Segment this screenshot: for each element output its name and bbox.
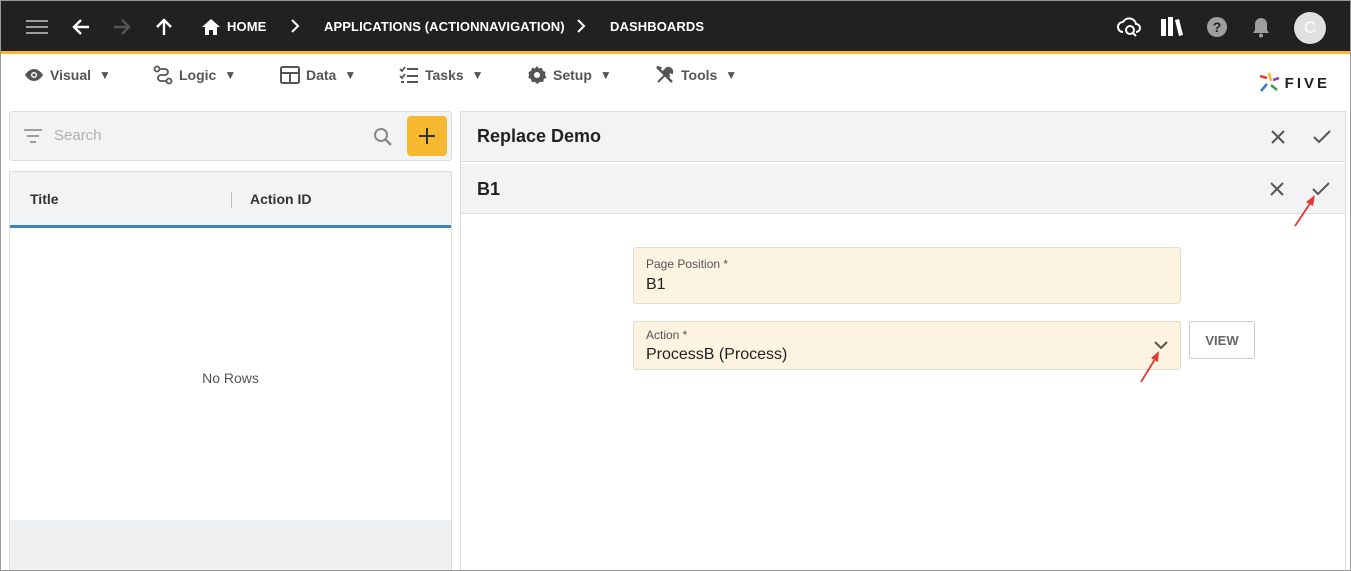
caret-down-icon: ▼ xyxy=(344,68,357,82)
menu-tools-label: Tools xyxy=(681,67,718,83)
check-icon xyxy=(1313,130,1331,144)
list-footer xyxy=(10,520,451,570)
back-arrow-icon[interactable] xyxy=(69,15,93,39)
close-form-button[interactable] xyxy=(1266,125,1290,149)
chevron-right-icon xyxy=(577,19,586,33)
caret-down-icon: ▼ xyxy=(471,68,484,82)
caret-down-icon: ▼ xyxy=(224,68,237,82)
action-select[interactable]: Action * ProcessB (Process) xyxy=(633,321,1181,370)
hamburger-menu-icon[interactable] xyxy=(25,15,49,39)
menu-visual-label: Visual xyxy=(50,67,91,83)
column-divider xyxy=(231,192,232,208)
search-input[interactable]: Search xyxy=(54,127,102,144)
close-icon xyxy=(1271,130,1285,144)
home-icon[interactable] xyxy=(199,15,223,39)
annotation-arrow-icon xyxy=(1294,195,1315,227)
filter-icon[interactable] xyxy=(24,129,42,143)
up-arrow-icon[interactable] xyxy=(152,15,176,39)
list-header: Title Action ID xyxy=(10,172,451,228)
records-list: Title Action ID No Rows xyxy=(9,171,452,570)
menu-setup[interactable]: Setup ▼ xyxy=(527,63,612,87)
cloud-sync-icon[interactable] xyxy=(1117,15,1141,39)
main-menu-bar: Visual ▼ Logic ▼ Data ▼ Tasks ▼ Setup ▼ Tools… xyxy=(1,57,1350,107)
subform-header: B1 xyxy=(461,164,1345,214)
menu-tools[interactable]: Tools ▼ xyxy=(655,63,737,87)
subform-title: B1 xyxy=(477,179,501,199)
form-title: Replace Demo xyxy=(477,126,602,146)
user-avatar[interactable]: C xyxy=(1294,12,1326,44)
search-icon[interactable] xyxy=(373,127,393,147)
caret-down-icon: ▼ xyxy=(599,68,612,82)
menu-tasks-label: Tasks xyxy=(425,67,464,83)
view-action-button[interactable]: VIEW xyxy=(1189,321,1255,359)
cancel-subform-button[interactable] xyxy=(1265,177,1289,201)
page-position-value[interactable]: B1 xyxy=(646,276,666,294)
tools-icon xyxy=(656,65,674,83)
list-search-bar: Search xyxy=(9,111,452,161)
breadcrumb-dashboards[interactable]: DASHBOARDS xyxy=(610,19,704,34)
menu-tasks[interactable]: Tasks ▼ xyxy=(399,63,484,87)
app-window: HOME APPLICATIONS (ACTIONNAVIGATION) DAS… xyxy=(0,0,1351,571)
logic-icon xyxy=(153,65,173,85)
caret-down-icon: ▼ xyxy=(725,68,738,82)
five-logo-text: FIVE xyxy=(1284,74,1330,92)
breadcrumb-home[interactable]: HOME xyxy=(227,19,266,34)
save-form-button[interactable] xyxy=(1310,125,1334,149)
annotation-arrow-icon xyxy=(1140,351,1159,383)
menu-logic-label: Logic xyxy=(179,67,217,83)
table-icon xyxy=(280,66,300,84)
forward-arrow-icon[interactable] xyxy=(110,15,134,39)
menu-visual[interactable]: Visual ▼ xyxy=(24,63,111,87)
chevron-right-icon xyxy=(291,19,300,33)
library-books-icon[interactable] xyxy=(1160,15,1184,39)
notifications-bell-icon[interactable] xyxy=(1249,15,1273,39)
five-logo-mark-icon xyxy=(1259,72,1280,92)
column-header-title[interactable]: Title xyxy=(30,191,59,207)
add-record-button[interactable] xyxy=(407,116,447,156)
menu-data-label: Data xyxy=(306,67,337,83)
help-icon[interactable]: ? xyxy=(1205,15,1229,39)
tasks-icon xyxy=(399,66,418,83)
menu-setup-label: Setup xyxy=(553,67,592,83)
form-panel: Replace Demo B1 Page Position * B1 Actio… xyxy=(460,111,1346,570)
empty-list-message: No Rows xyxy=(202,370,259,386)
caret-down-icon: ▼ xyxy=(99,68,111,82)
eye-icon xyxy=(25,69,43,81)
page-position-field[interactable]: Page Position * B1 xyxy=(633,247,1181,304)
page-position-label: Page Position * xyxy=(646,257,729,271)
menu-data[interactable]: Data ▼ xyxy=(280,63,356,87)
menu-logic[interactable]: Logic ▼ xyxy=(153,63,236,87)
close-icon xyxy=(1270,182,1284,196)
action-value: ProcessB (Process) xyxy=(646,346,788,363)
five-logo: FIVE xyxy=(1257,71,1330,95)
svg-text:?: ? xyxy=(1213,19,1222,35)
plus-icon xyxy=(419,128,435,144)
breadcrumb-applications[interactable]: APPLICATIONS (ACTIONNAVIGATION) xyxy=(324,19,565,34)
action-label: Action * xyxy=(646,328,688,342)
column-header-action-id[interactable]: Action ID xyxy=(250,191,311,207)
form-header: Replace Demo xyxy=(461,112,1345,162)
gear-icon xyxy=(528,66,547,84)
top-navigation-bar: HOME APPLICATIONS (ACTIONNAVIGATION) DAS… xyxy=(1,1,1350,54)
